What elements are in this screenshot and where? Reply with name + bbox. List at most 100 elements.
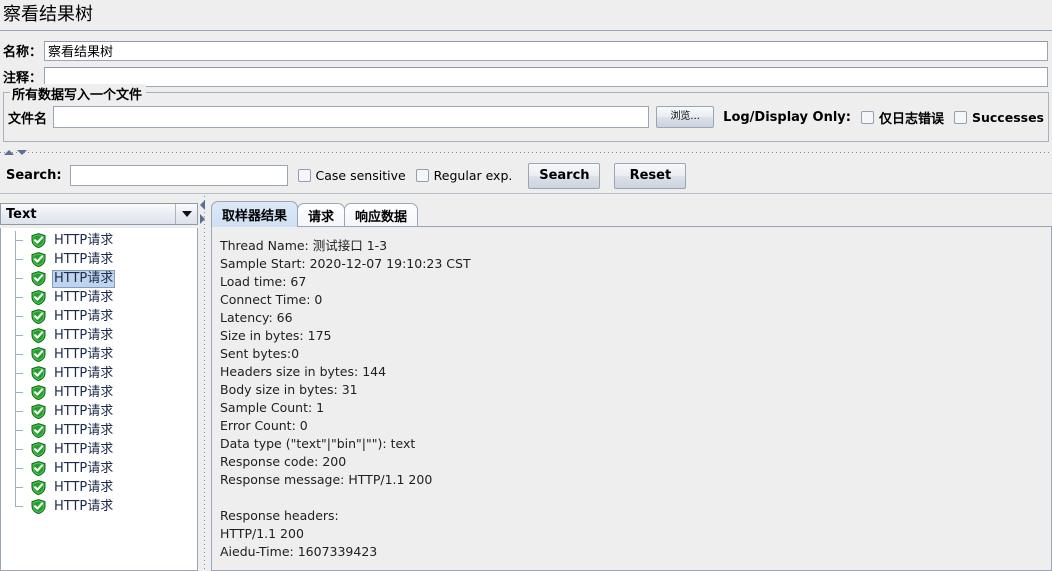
tree-branch-line — [15, 269, 29, 288]
tab-0[interactable]: 取样器结果 — [211, 201, 299, 227]
write-all-data-group-title: 所有数据写入一个文件 — [10, 84, 147, 103]
result-detail-pane: 取样器结果 请求 响应数据 Thread Name: 测试接口 1-3 Sample … — [211, 196, 1052, 571]
tree-item-http-request[interactable]: HTTP请求 — [1, 288, 197, 307]
tree-item-label: HTTP请求 — [54, 460, 114, 476]
result-line: Sent bytes:0 — [220, 346, 300, 361]
tree-branch-line — [15, 250, 29, 269]
tree-item-http-request[interactable]: HTTP请求 — [1, 497, 197, 516]
write-all-data-group: 所有数据写入一个文件 文件名 浏览... Log/Display Only: 仅… — [3, 84, 1049, 142]
success-shield-icon — [31, 290, 46, 306]
tree-item-http-request[interactable]: HTTP请求 — [1, 269, 197, 288]
case-sensitive-checkbox-wrap[interactable]: Case sensitive — [297, 168, 406, 183]
tree-item-http-request[interactable]: HTTP请求 — [1, 459, 197, 478]
result-line: Error Count: 0 — [220, 418, 308, 433]
errors-only-checkbox-wrap[interactable]: 仅日志错误 — [860, 108, 944, 127]
tree-item-label: HTTP请求 — [54, 365, 114, 381]
collapse-down-icon[interactable] — [17, 150, 27, 155]
collapse-left-icon[interactable] — [200, 200, 205, 210]
page-title: 察看结果树 — [3, 4, 93, 25]
tree-branch-line — [15, 383, 29, 402]
success-shield-icon — [31, 347, 46, 363]
result-line: Size in bytes: 175 — [220, 328, 332, 343]
success-shield-icon — [31, 309, 46, 325]
result-line: Aiedu-Time: 1607339423 — [220, 544, 378, 559]
successes-checkbox-wrap[interactable]: Successes — [954, 110, 1044, 125]
tree-item-label: HTTP请求 — [54, 327, 114, 343]
result-line: Sample Start: 2020-12-07 19:10:23 CST — [220, 256, 471, 271]
tab-label: 请求 — [308, 210, 335, 225]
tree-item-label: HTTP请求 — [54, 232, 114, 248]
case-sensitive-checkbox[interactable] — [297, 169, 311, 182]
tree-branch-line — [15, 231, 29, 250]
tree-branch-line — [15, 497, 29, 516]
collapse-right-icon[interactable] — [200, 214, 205, 224]
horizontal-split-divider[interactable] — [0, 148, 1052, 157]
tree-item-label: HTTP请求 — [54, 479, 114, 495]
chevron-down-icon[interactable] — [175, 204, 197, 224]
window-title-bar: 察看结果树 — [0, 0, 1052, 31]
results-split-pane: Text HTTP请求 HTTP请求 HTTP请求 HTTP请求 HTTP请求 HTTP请… — [0, 196, 1052, 571]
tree-branch-line — [15, 345, 29, 364]
success-shield-icon — [31, 423, 46, 439]
result-line: Response message: HTTP/1.1 200 — [220, 472, 433, 487]
sampler-result-text: Thread Name: 测试接口 1-3 Sample Start: 2020-… — [212, 227, 1051, 561]
tree-branch-line — [15, 440, 29, 459]
success-shield-icon — [31, 385, 46, 401]
filename-input[interactable] — [52, 106, 650, 128]
errors-only-checkbox[interactable] — [860, 110, 874, 124]
success-shield-icon — [31, 271, 46, 287]
success-shield-icon — [31, 480, 46, 496]
success-shield-icon — [31, 252, 46, 268]
search-button[interactable]: Search — [528, 162, 601, 189]
successes-checkbox[interactable] — [954, 110, 967, 124]
result-tabstrip[interactable]: 取样器结果 请求 响应数据 — [211, 201, 1052, 227]
tree-item-label: HTTP请求 — [54, 403, 114, 419]
tree-branch-line — [15, 364, 29, 383]
name-row: 名称： — [0, 40, 1052, 61]
collapse-up-icon[interactable] — [4, 150, 14, 155]
tree-item-http-request[interactable]: HTTP请求 — [1, 345, 197, 364]
tree-branch-line — [15, 478, 29, 497]
result-line: Body size in bytes: 31 — [220, 382, 358, 397]
tree-item-http-request[interactable]: HTTP请求 — [1, 231, 197, 250]
name-input[interactable] — [44, 40, 1048, 61]
tree-item-http-request[interactable]: HTTP请求 — [1, 421, 197, 440]
tab-2[interactable]: 响应数据 — [344, 203, 419, 227]
tree-item-http-request[interactable]: HTTP请求 — [1, 440, 197, 459]
result-line: Sample Count: 1 — [220, 400, 325, 415]
tree-item-http-request[interactable]: HTTP请求 — [1, 326, 197, 345]
view-results-tree-window: 察看结果树 名称： 注释： 所有数据写入一个文件 文件名 浏览... Log/D… — [0, 0, 1052, 571]
result-line: Headers size in bytes: 144 — [220, 364, 387, 379]
tree-item-http-request[interactable]: HTTP请求 — [1, 307, 197, 326]
tree-item-http-request[interactable]: HTTP请求 — [1, 250, 197, 269]
comment-row: 注释： — [0, 66, 1052, 87]
success-shield-icon — [31, 233, 46, 249]
comment-input[interactable] — [44, 66, 1048, 87]
tree-branch-line — [15, 421, 29, 440]
browse-button[interactable]: 浏览... — [656, 106, 715, 128]
tree-item-label: HTTP请求 — [54, 422, 114, 438]
regular-exp-checkbox-wrap[interactable]: Regular exp. — [415, 168, 513, 183]
tab-1[interactable]: 请求 — [297, 203, 346, 227]
search-input[interactable] — [69, 165, 288, 186]
regular-exp-label: Regular exp. — [433, 168, 513, 183]
success-shield-icon — [31, 499, 46, 515]
reset-button[interactable]: Reset — [614, 162, 687, 189]
success-shield-icon — [31, 328, 46, 344]
tree-item-label: HTTP请求 — [54, 251, 114, 267]
errors-only-label: 仅日志错误 — [878, 111, 944, 127]
render-selector-combobox[interactable]: Text — [0, 203, 198, 225]
tree-item-http-request[interactable]: HTTP请求 — [1, 402, 197, 421]
results-tree-list[interactable]: HTTP请求 HTTP请求 HTTP请求 HTTP请求 HTTP请求 HTTP请求 HTTP… — [0, 228, 198, 571]
tree-branch-line — [15, 402, 29, 421]
tree-item-label: HTTP请求 — [54, 308, 114, 324]
regular-exp-checkbox[interactable] — [415, 169, 429, 182]
tree-item-http-request[interactable]: HTTP请求 — [1, 364, 197, 383]
name-label: 名称： — [3, 45, 43, 60]
tree-item-http-request[interactable]: HTTP请求 — [1, 478, 197, 497]
result-line: Response headers: — [220, 508, 339, 523]
vertical-split-divider[interactable] — [199, 196, 211, 571]
case-sensitive-label: Case sensitive — [315, 168, 406, 183]
tree-item-label: HTTP请求 — [54, 498, 114, 514]
tree-item-http-request[interactable]: HTTP请求 — [1, 383, 197, 402]
